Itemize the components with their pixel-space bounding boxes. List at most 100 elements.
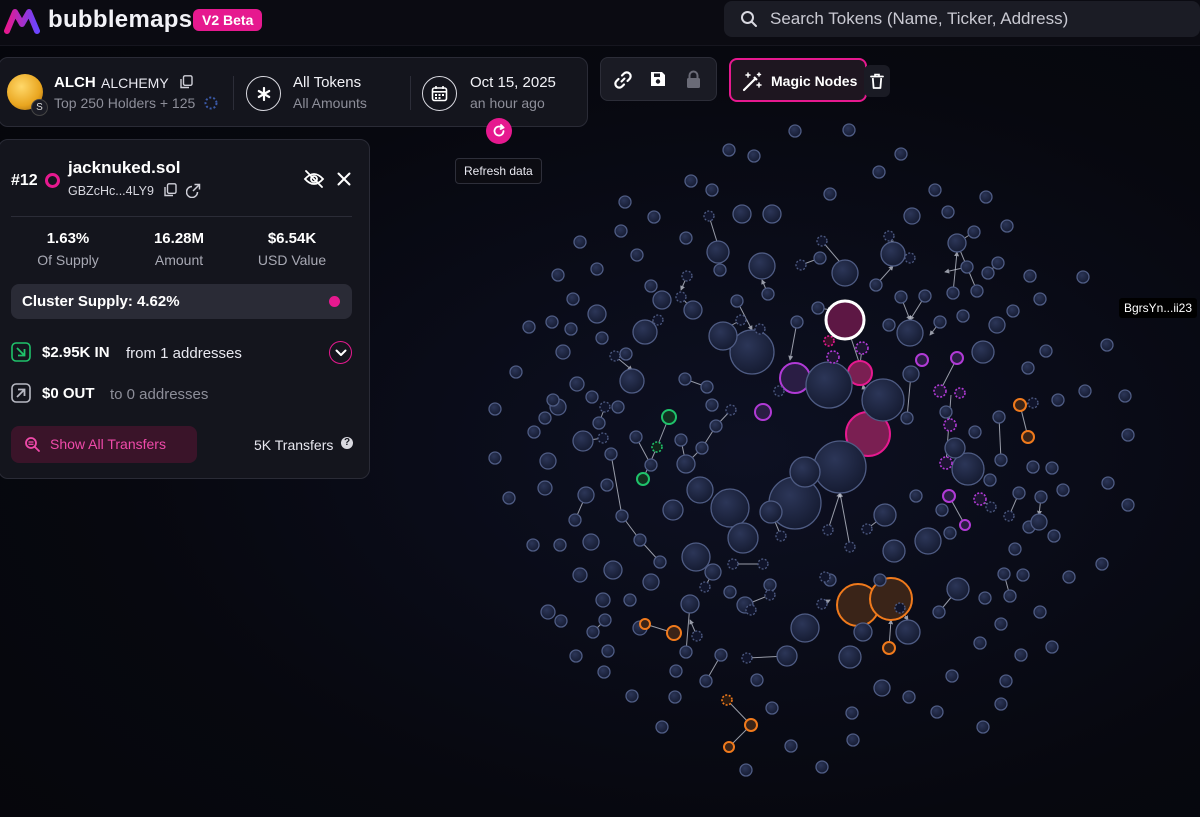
holder-bubble[interactable] xyxy=(882,318,896,332)
holder-bubble[interactable] xyxy=(822,524,834,536)
holder-bubble[interactable] xyxy=(945,669,959,683)
holder-bubble[interactable] xyxy=(954,387,966,399)
holder-bubble[interactable] xyxy=(811,301,825,315)
holder-bubble[interactable] xyxy=(1012,486,1026,500)
holder-bubble[interactable] xyxy=(861,523,873,535)
holder-bubble[interactable] xyxy=(614,224,628,238)
holder-bubble[interactable] xyxy=(933,315,947,329)
holder-bubble[interactable] xyxy=(741,652,753,664)
holder-bubble[interactable] xyxy=(981,266,995,280)
holder-bubble[interactable] xyxy=(902,690,916,704)
holder-bubble[interactable] xyxy=(647,210,661,224)
holder-bubble[interactable] xyxy=(759,500,783,524)
holder-bubble[interactable] xyxy=(615,509,629,523)
holder-bubble[interactable] xyxy=(819,571,831,583)
holder-bubble[interactable] xyxy=(1121,428,1135,442)
holder-bubble[interactable] xyxy=(942,489,956,503)
holder-bubble[interactable] xyxy=(625,689,639,703)
holder-bubble[interactable] xyxy=(784,739,798,753)
holder-bubble[interactable] xyxy=(914,527,942,555)
holder-bubble[interactable] xyxy=(727,558,739,570)
holder-bubble[interactable] xyxy=(666,625,682,641)
holder-bubble[interactable] xyxy=(1045,640,1059,654)
holder-bubble[interactable] xyxy=(895,619,921,645)
holder-bubble[interactable] xyxy=(652,290,672,310)
holder-bubble[interactable] xyxy=(973,636,987,650)
holder-bubble[interactable] xyxy=(904,252,916,264)
holder-bubble[interactable] xyxy=(935,503,949,517)
holder-bubble[interactable] xyxy=(632,319,658,345)
holder-bubble[interactable] xyxy=(554,614,568,628)
selected-holder-bubble[interactable] xyxy=(824,299,866,341)
holder-bubble[interactable] xyxy=(896,319,924,347)
holder-bubble[interactable] xyxy=(522,320,536,334)
holder-bubble[interactable] xyxy=(539,452,557,470)
holder-bubble[interactable] xyxy=(681,270,693,282)
holder-bubble[interactable] xyxy=(882,539,906,563)
holder-bubble[interactable] xyxy=(597,432,609,444)
holder-bubble[interactable] xyxy=(744,718,758,732)
holder-bubble[interactable] xyxy=(1034,490,1048,504)
holder-bubble[interactable] xyxy=(813,251,827,265)
holder-bubble[interactable] xyxy=(903,207,921,225)
holder-bubble[interactable] xyxy=(699,674,713,688)
holder-bubble[interactable] xyxy=(979,190,993,204)
holder-bubble[interactable] xyxy=(997,567,1011,581)
holder-bubble[interactable] xyxy=(971,340,995,364)
holder-bubble[interactable] xyxy=(598,613,612,627)
holder-bubble[interactable] xyxy=(600,478,614,492)
holder-bubble[interactable] xyxy=(679,231,693,245)
holder-bubble[interactable] xyxy=(708,321,738,351)
holder-bubble[interactable] xyxy=(735,314,747,326)
holder-bubble[interactable] xyxy=(873,503,897,527)
holder-bubble[interactable] xyxy=(967,225,981,239)
holder-bubble[interactable] xyxy=(684,174,698,188)
holder-bubble[interactable] xyxy=(676,454,696,474)
holder-bubble[interactable] xyxy=(894,602,906,614)
holder-bubble[interactable] xyxy=(1078,384,1092,398)
holder-bubble[interactable] xyxy=(686,476,714,504)
holder-bubble[interactable] xyxy=(880,241,906,267)
holder-bubble[interactable] xyxy=(488,451,502,465)
holder-bubble[interactable] xyxy=(629,430,643,444)
bubble-map-graph[interactable] xyxy=(0,0,1200,817)
holder-bubble[interactable] xyxy=(644,458,658,472)
holder-bubble[interactable] xyxy=(946,577,970,601)
holder-bubble[interactable] xyxy=(597,665,611,679)
holder-bubble[interactable] xyxy=(959,519,971,531)
holder-bubble[interactable] xyxy=(1056,483,1070,497)
holder-bubble[interactable] xyxy=(502,491,516,505)
holder-bubble[interactable] xyxy=(699,581,711,593)
holder-bubble[interactable] xyxy=(592,416,606,430)
holder-bubble[interactable] xyxy=(545,315,559,329)
holder-bubble[interactable] xyxy=(705,183,719,197)
holder-bubble[interactable] xyxy=(845,706,859,720)
holder-bubble[interactable] xyxy=(762,204,782,224)
holder-bubble[interactable] xyxy=(1027,397,1039,409)
holder-bubble[interactable] xyxy=(853,622,873,642)
holder-bubble[interactable] xyxy=(619,347,633,361)
holder-bubble[interactable] xyxy=(623,593,637,607)
holder-bubble[interactable] xyxy=(976,720,990,734)
holder-bubble[interactable] xyxy=(754,403,772,421)
holder-bubble[interactable] xyxy=(577,486,595,504)
holder-bubble[interactable] xyxy=(538,411,552,425)
holder-bubble[interactable] xyxy=(700,380,714,394)
holder-bubble[interactable] xyxy=(582,533,600,551)
holder-bubble[interactable] xyxy=(748,252,776,280)
holder-bubble[interactable] xyxy=(750,673,764,687)
holder-bubble[interactable] xyxy=(546,393,560,407)
holder-bubble[interactable] xyxy=(991,256,1005,270)
holder-bubble[interactable] xyxy=(960,260,974,274)
holder-bubble[interactable] xyxy=(947,233,967,253)
holder-bubble[interactable] xyxy=(705,398,719,412)
holder-bubble[interactable] xyxy=(994,617,1008,631)
holder-bubble[interactable] xyxy=(1014,648,1028,662)
holder-bubble[interactable] xyxy=(805,361,853,409)
holder-bubble[interactable] xyxy=(611,400,625,414)
holder-bubble[interactable] xyxy=(732,204,752,224)
holder-bubble[interactable] xyxy=(703,210,715,222)
holder-bubble[interactable] xyxy=(553,538,567,552)
holder-bubble[interactable] xyxy=(604,447,618,461)
holder-bubble[interactable] xyxy=(488,402,502,416)
